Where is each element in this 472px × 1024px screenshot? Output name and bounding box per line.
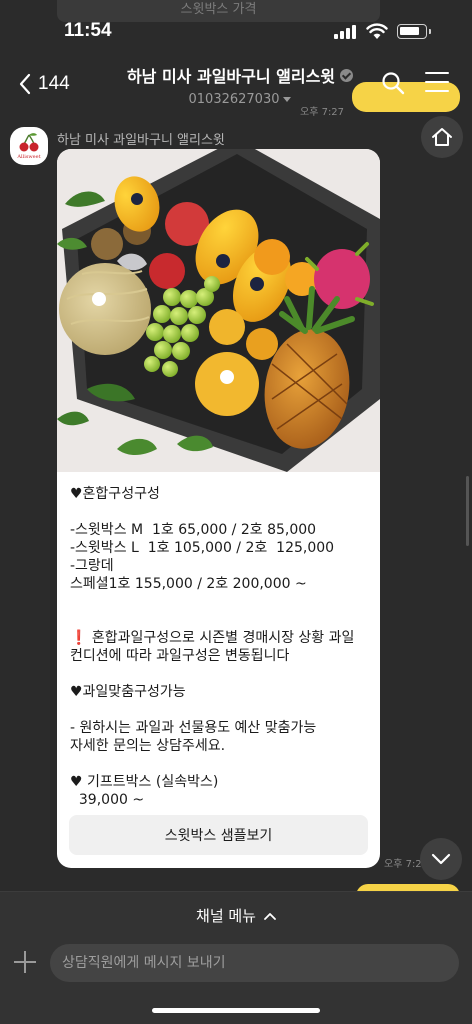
menu-icon[interactable]	[425, 72, 449, 92]
search-icon[interactable]	[380, 70, 406, 96]
card-timestamp: 오후 7:2	[384, 859, 422, 870]
home-icon	[432, 128, 452, 146]
message-line: ❗ 혼합과일구성으로 시즌별 경매시장 상황 과일	[70, 630, 355, 646]
cellular-signal-icon	[334, 24, 358, 39]
status-time: 11:54	[64, 20, 112, 41]
sender-name: 하남 미사 과일바구니 앨리스윗	[57, 133, 225, 148]
back-button[interactable]: 144	[18, 70, 78, 98]
chevron-up-icon	[264, 912, 276, 920]
chat-title-block[interactable]: 하남 미사 과일바구니 앨리스윗 01032627030	[100, 63, 380, 107]
plus-icon[interactable]	[14, 951, 36, 973]
channel-menu-toggle[interactable]: 채널 메뉴	[0, 891, 472, 939]
message-line: -스윗박스 M 1호 65,000 / 2호 85,000	[70, 522, 317, 538]
previous-card-fragment: 스윗박스 가격	[57, 0, 380, 22]
channel-menu-label: 채널 메뉴	[196, 907, 256, 925]
home-indicator	[152, 1008, 320, 1013]
svg-text:Allisweet: Allisweet	[16, 154, 40, 160]
battery-icon	[397, 24, 431, 39]
scroll-down-button[interactable]	[420, 838, 462, 880]
channel-phone[interactable]: 01032627030	[189, 92, 292, 107]
message-line: ♥혼합구성구성	[70, 486, 160, 502]
message-line: -그랑데	[70, 558, 114, 574]
back-arrow-icon	[19, 73, 31, 95]
message-line: 39,000 ~	[70, 792, 145, 808]
unread-count: 144	[38, 73, 70, 94]
message-line: ♥ 기프트박스 (실속박스)	[70, 774, 219, 790]
message-line: - 원하시는 과일과 선물용도 예산 맞춤가능	[70, 720, 317, 736]
caret-down-icon	[283, 97, 292, 102]
channel-avatar[interactable]: Allisweet	[10, 127, 48, 165]
message-line: 컨디션에 따라 과일구성은 변동됩니다	[70, 648, 290, 664]
sample-view-button[interactable]: 스윗박스 샘플보기	[69, 815, 368, 855]
scrollbar[interactable]	[466, 476, 469, 546]
chat-title: 하남 미사 과일바구니 앨리스윗	[126, 67, 336, 86]
message-input[interactable]	[50, 944, 459, 982]
message-line: 스페셜1호 155,000 / 2호 200,000 ~	[70, 576, 307, 592]
message-card: ♥혼합구성구성 -스윗박스 M 1호 65,000 / 2호 85,000 -스윗박…	[57, 149, 380, 868]
channel-home-button[interactable]	[421, 116, 463, 158]
message-line: -스윗박스 L 1호 105,000 / 2호 125,000	[70, 540, 335, 556]
wifi-icon	[366, 23, 388, 39]
verified-icon	[340, 68, 354, 82]
fruit-box-photo[interactable]	[57, 149, 380, 472]
message-body: ♥혼합구성구성 -스윗박스 M 1호 65,000 / 2호 85,000 -스윗박…	[70, 485, 370, 809]
message-line: ♥과일맞춤구성가능	[70, 684, 186, 700]
alice-sweet-logo: Allisweet	[16, 133, 41, 160]
chevron-down-icon	[431, 853, 451, 865]
phone-number: 01032627030	[188, 92, 280, 107]
message-line: 자세한 문의는 상담주세요.	[70, 738, 226, 754]
